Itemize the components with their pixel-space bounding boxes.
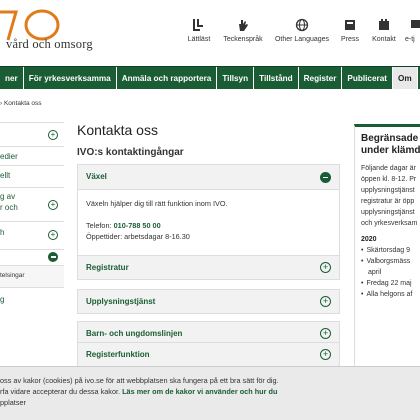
notice-text-line: och yrkesverksam — [361, 220, 418, 227]
nav-item-register[interactable]: Register — [299, 67, 343, 89]
breadcrumb: › Kontakta oss — [0, 100, 42, 107]
notice-text-line: upplysningstjänst — [361, 209, 415, 216]
notice-title-line: under klämda — [361, 145, 420, 156]
contact-link[interactable]: Kontakt — [368, 18, 400, 43]
list-item: april — [368, 269, 382, 276]
sidebar-item[interactable]: h + — [0, 221, 64, 249]
e-service-link[interactable]: e-tj — [405, 18, 420, 43]
main-content: Kontakta oss IVO:s kontaktingångar Växel… — [77, 122, 340, 367]
nav-item-supervision[interactable]: Tillsyn — [217, 67, 255, 89]
accordion-header[interactable]: Växel — [78, 165, 339, 190]
sign-language-link[interactable]: Teckenspråk — [220, 18, 266, 43]
accordion-title: Växel — [86, 172, 107, 181]
sidebar-item-label: g — [0, 295, 5, 304]
press-link[interactable]: Press — [337, 18, 363, 43]
sidebar-item-label: g av — [0, 192, 16, 201]
globe-icon — [295, 18, 309, 32]
notice-title: Begränsade ö under klämda — [361, 133, 420, 157]
accordion-registry[interactable]: Registratur + — [77, 255, 340, 280]
collapse-icon[interactable] — [48, 252, 58, 262]
notice-panel: Begränsade ö under klämda Följande dagar… — [354, 124, 420, 374]
accordion-information-service[interactable]: Upplysningstjänst + — [77, 289, 340, 314]
accordion-title: Barn- och ungdomslinjen — [86, 329, 183, 338]
contact-label: Kontakt — [372, 36, 396, 43]
nav-item-about[interactable]: Om — [393, 67, 418, 89]
expand-icon[interactable]: + — [320, 349, 331, 360]
nav-item-published[interactable]: Publicerat — [342, 67, 393, 89]
sidebar: + edier ellt g av r och + h + telsingar … — [0, 122, 64, 311]
sidebar-item[interactable]: g av r och + — [0, 187, 64, 221]
main-navigation: ner För yrkesverksamma Anmäla och rappor… — [0, 66, 420, 89]
e-service-label: e-tj — [405, 36, 415, 43]
list-item: Valborgsmäss — [361, 256, 420, 267]
notice-text-line: öppen kl. 8-12. Pr — [361, 176, 417, 183]
expand-icon[interactable]: + — [320, 296, 331, 307]
sidebar-item[interactable]: g — [0, 287, 64, 311]
sidebar-item-label: h — [0, 228, 5, 237]
notice-date-list: Skärtorsdag 9 Valborgsmäss april Fredag … — [361, 245, 420, 300]
other-languages-label: Other Languages — [274, 36, 330, 43]
site-header: vård och omsorg Lättläst Teckenspråk Oth… — [0, 0, 420, 66]
nav-item-partial[interactable]: ner — [0, 67, 24, 89]
accordion-register-function[interactable]: Registerfunktion + — [77, 342, 340, 367]
sign-language-icon — [239, 20, 248, 31]
cookie-text-line2: rfa vidare accepterar du dessa kakor. Lä… — [0, 386, 420, 397]
sidebar-item-label: telsingar — [0, 272, 25, 279]
notice-text-line: upplysningstjänst — [361, 187, 415, 194]
cookie-banner: oss av kakor (cookies) på ivo.se för att… — [0, 366, 420, 420]
accordion-title: Upplysningstjänst — [86, 297, 156, 306]
easy-read-link[interactable]: Lättläst — [184, 18, 214, 43]
sidebar-item-label: edier — [0, 152, 18, 161]
nav-item-professionals[interactable]: För yrkesverksamma — [24, 67, 117, 89]
press-label: Press — [341, 36, 359, 43]
notice-text-line: Följande dagar är — [361, 165, 416, 172]
sidebar-item-label: r och — [0, 203, 18, 212]
nav-item-report[interactable]: Anmäla och rapportera — [117, 67, 218, 89]
collapse-icon[interactable] — [320, 172, 331, 183]
cookie-text: pplatser — [0, 398, 26, 407]
sign-language-label: Teckenspråk — [223, 36, 263, 43]
e-service-icon — [411, 20, 420, 28]
page-title: Kontakta oss — [77, 122, 158, 138]
nav-item-permits[interactable]: Tillstånd — [254, 67, 299, 89]
phone-line: Telefon: 010-788 50 00 — [86, 220, 331, 231]
list-item: Fredag 22 maj — [361, 278, 420, 289]
section-heading: IVO:s kontaktingångar — [77, 147, 184, 158]
logo-text: vård och omsorg — [6, 37, 93, 51]
notice-text: Följande dagar är öppen kl. 8-12. Pr upp… — [361, 163, 420, 229]
list-item: Alla helgons af — [361, 289, 420, 300]
cookie-info-link[interactable]: Läs mer om de kakor vi använder och hur … — [122, 387, 277, 396]
notice-year: 2020 — [361, 236, 377, 243]
opening-hours: Öppettider: arbetsdagar 8-16.30 — [86, 232, 190, 241]
contact-icon — [379, 19, 389, 30]
phone-link[interactable]: 010-788 50 00 — [114, 221, 161, 230]
sidebar-subitem[interactable]: telsingar — [0, 265, 64, 287]
press-icon — [345, 20, 355, 30]
accordion-body: Växeln hjälper dig till rätt funktion in… — [78, 190, 339, 250]
sidebar-item-label: ellt — [0, 171, 11, 180]
expand-icon[interactable]: + — [48, 130, 58, 140]
other-languages-link[interactable]: Other Languages — [272, 18, 332, 43]
list-item: Skärtorsdag 9 — [361, 245, 420, 256]
easy-read-icon — [193, 19, 203, 31]
cookie-text: rfa vidare accepterar du dessa kakor. — [0, 387, 123, 396]
expand-icon[interactable]: + — [320, 262, 331, 273]
cookie-text: oss av kakor (cookies) på ivo.se för att… — [0, 376, 279, 385]
phone-label: Telefon: — [86, 221, 112, 230]
notice-text-line: registratur är öpp — [361, 198, 415, 205]
sidebar-item[interactable]: + — [0, 122, 64, 146]
easy-read-label: Lättläst — [187, 36, 211, 43]
sidebar-item[interactable] — [0, 249, 64, 265]
accordion-title: Registerfunktion — [86, 350, 150, 359]
accordion-title: Registratur — [86, 263, 129, 272]
sidebar-item[interactable]: ellt — [0, 165, 64, 187]
expand-icon[interactable]: + — [48, 200, 58, 210]
sidebar-item[interactable]: edier — [0, 146, 64, 165]
expand-icon[interactable]: + — [48, 230, 58, 240]
notice-title-line: Begränsade ö — [361, 133, 420, 144]
expand-icon[interactable]: + — [320, 328, 331, 339]
accordion-text: Växeln hjälper dig till rätt funktion in… — [86, 199, 228, 208]
